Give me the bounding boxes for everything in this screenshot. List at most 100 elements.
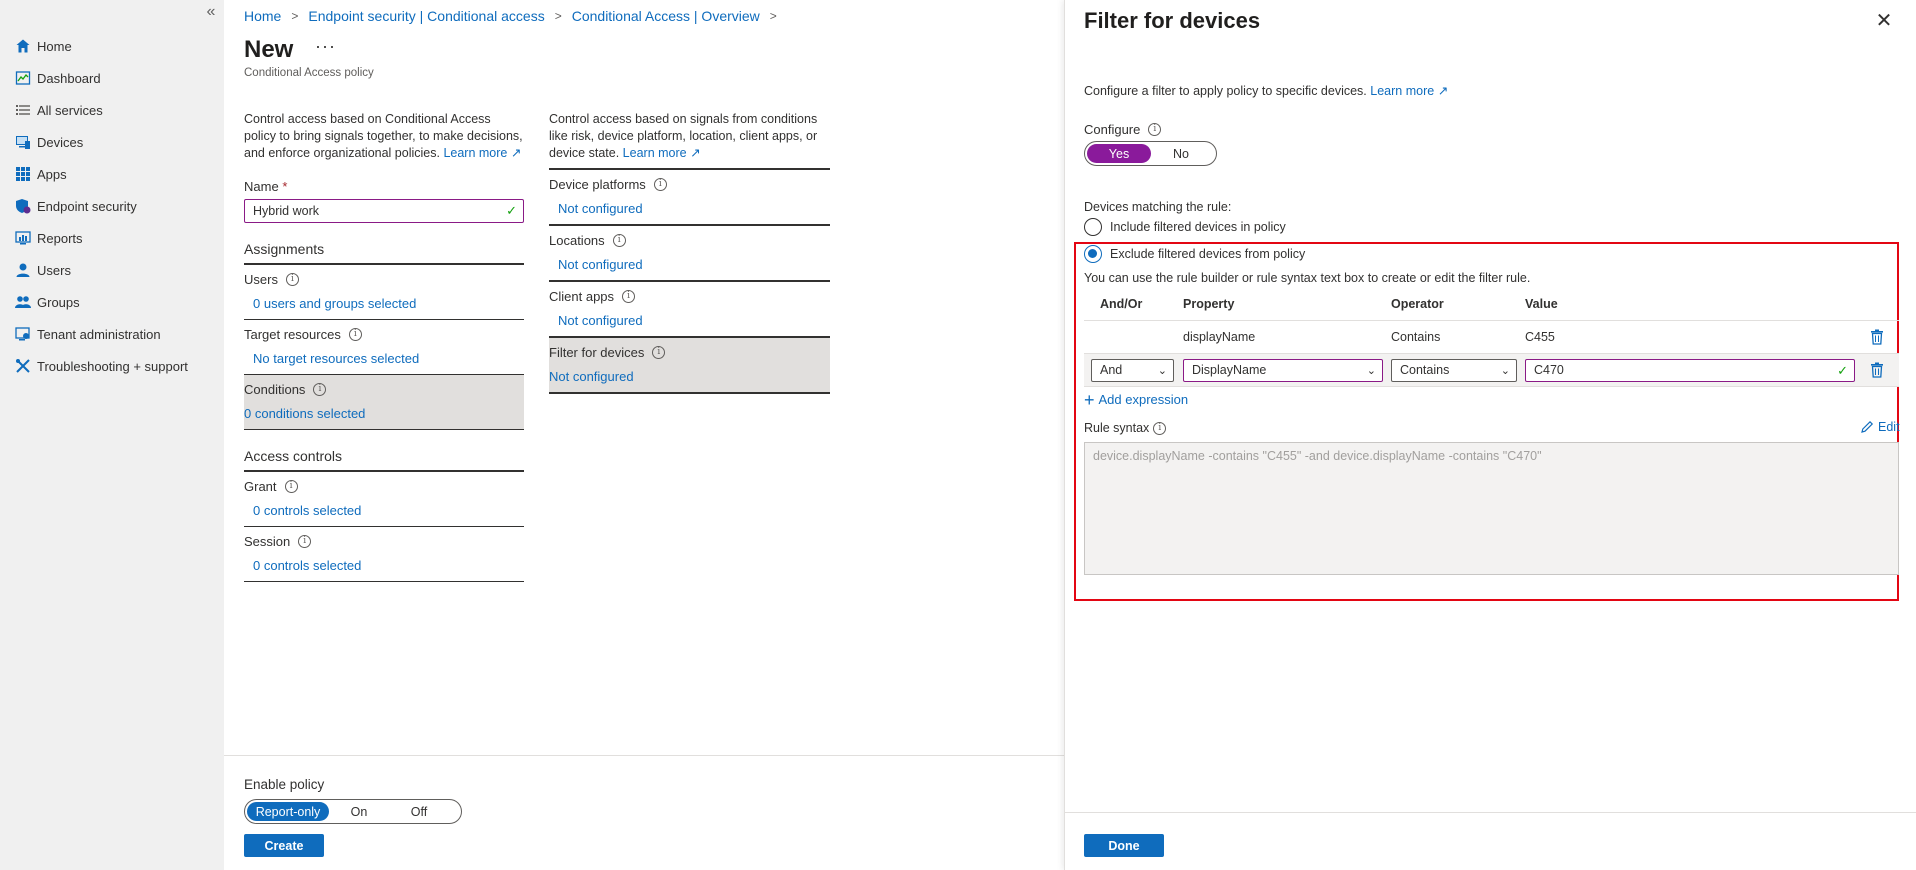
value-cell: C470 ✓ [1525,358,1855,382]
learn-more-link[interactable]: Learn more ↗ [623,146,701,160]
grant-link[interactable]: 0 controls selected [244,503,524,518]
done-button[interactable]: Done [1084,834,1164,857]
breadcrumb-conditional-access-overview[interactable]: Conditional Access | Overview [572,8,760,24]
nav-label: Home [37,38,72,54]
target-resources-block: Target resources i No target resources se… [244,320,524,375]
info-icon[interactable]: i [1153,421,1167,435]
target-resources-label: Target resources i [244,327,524,342]
devices-icon [14,133,32,151]
locations-label-text: Locations [549,233,605,248]
checkmark-icon: ✓ [1837,362,1848,378]
nav-label: All services [37,102,103,118]
enable-policy-label: Enable policy [244,777,325,792]
apps-grid-icon [14,165,32,183]
conditions-link[interactable]: 0 conditions selected [244,406,524,421]
andor-value: And [1100,363,1123,377]
device-platforms-link[interactable]: Not configured [549,201,830,216]
close-icon[interactable]: ✕ [1873,10,1895,32]
target-resources-link[interactable]: No target resources selected [244,351,524,366]
info-icon[interactable]: i [622,290,636,303]
add-expression-button[interactable]: + Add expression [1084,391,1189,409]
rule-syntax-textarea[interactable]: device.displayName -contains "C455" -and… [1084,442,1899,575]
users-selection-link[interactable]: 0 users and groups selected [244,296,524,311]
learn-more-link[interactable]: Learn more ↗ [443,146,521,160]
nav-item-reports[interactable]: Reports [0,222,224,254]
property-dropdown[interactable]: DisplayName ⌄ [1183,358,1383,382]
info-icon[interactable]: i [653,178,667,191]
nav-item-endpoint-security[interactable]: Endpoint security [0,190,224,222]
delete-row-button[interactable] [1855,329,1899,345]
left-navigation: « Home Dashboard All services Devices Ap… [0,0,224,870]
chevron-right-icon: > [291,9,299,23]
target-label-text: Target resources [244,327,341,342]
info-icon[interactable]: i [284,480,298,493]
conditions-block[interactable]: Conditions i 0 conditions selected [244,375,524,430]
collapse-sidebar-button[interactable]: « [203,2,219,22]
info-icon[interactable]: i [1148,123,1162,136]
info-icon[interactable]: i [612,234,626,247]
client-apps-block: Client apps i Not configured [549,282,830,338]
off-option[interactable]: Off [389,802,449,821]
more-options-button[interactable]: ··· [315,36,336,57]
nav-label: Devices [37,134,84,150]
locations-label: Locations i [549,233,830,248]
filter-for-devices-block[interactable]: Filter for devices i Not configured [549,338,830,394]
learn-more-text: Learn more [443,146,508,160]
table-row: displayName Contains C455 [1084,321,1899,354]
operator-value: Contains [1400,363,1450,377]
filter-label-text: Filter for devices [549,345,645,360]
andor-dropdown[interactable]: And ⌄ [1091,358,1174,382]
on-option[interactable]: On [329,802,389,821]
configure-toggle: Yes No [1084,141,1217,166]
filter-for-devices-link[interactable]: Not configured [549,369,830,384]
rule-builder-help: You can use the rule builder or rule syn… [1084,271,1531,285]
main-content: Home > Endpoint security | Conditional a… [224,0,1064,870]
groups-icon [14,293,32,311]
nav-item-groups[interactable]: Groups [0,286,224,318]
nav-item-devices[interactable]: Devices [0,126,224,158]
operator-dropdown[interactable]: Contains ⌄ [1391,358,1517,382]
chevron-down-icon: ⌄ [1366,364,1376,377]
breadcrumb-home[interactable]: Home [244,8,281,24]
delete-row-button[interactable] [1855,362,1899,378]
conditions-column: Control access based on signals from con… [549,111,830,394]
trash-icon [1871,362,1883,378]
nav-item-all-services[interactable]: All services [0,94,224,126]
value-input[interactable]: C470 ✓ [1525,358,1855,382]
nav-label: Apps [37,166,67,182]
add-expression-label: Add expression [1098,392,1189,407]
create-button[interactable]: Create [244,834,324,857]
nav-item-home[interactable]: Home [0,30,224,62]
edit-rule-syntax-button[interactable]: Edit [1860,420,1900,434]
nav-item-troubleshooting[interactable]: Troubleshooting + support [0,350,224,382]
name-input[interactable]: Hybrid work ✓ [244,199,524,223]
andor-cell: And ⌄ [1084,358,1183,382]
info-icon[interactable]: i [348,328,362,341]
locations-link[interactable]: Not configured [549,257,830,272]
nav-list: Home Dashboard All services Devices Apps [0,30,224,382]
report-only-option[interactable]: Report-only [247,802,329,821]
include-radio-option[interactable]: Include filtered devices in policy [1084,218,1286,236]
assignments-heading: Assignments [244,241,524,265]
breadcrumb-endpoint-security[interactable]: Endpoint security | Conditional access [308,8,544,24]
info-icon[interactable]: i [313,383,327,396]
nav-item-dashboard[interactable]: Dashboard [0,62,224,94]
rule-syntax-label-text: Rule syntax [1084,421,1150,435]
users-block: Users i 0 users and groups selected [244,265,524,320]
client-apps-link[interactable]: Not configured [549,313,830,328]
learn-more-link[interactable]: Learn more ↗ [1370,84,1448,98]
info-icon[interactable]: i [298,535,312,548]
page-title: New [244,36,294,63]
session-link[interactable]: 0 controls selected [244,558,524,573]
required-marker: * [282,179,288,194]
info-icon[interactable]: i [652,346,666,359]
page-subtitle: Conditional Access policy [244,67,374,79]
yes-option[interactable]: Yes [1087,144,1151,163]
nav-item-apps[interactable]: Apps [0,158,224,190]
nav-item-users[interactable]: Users [0,254,224,286]
trash-icon [1871,329,1883,345]
col-property: Property [1183,297,1235,311]
info-icon[interactable]: i [285,273,299,286]
nav-item-tenant-administration[interactable]: Tenant administration [0,318,224,350]
no-option[interactable]: No [1151,144,1211,163]
